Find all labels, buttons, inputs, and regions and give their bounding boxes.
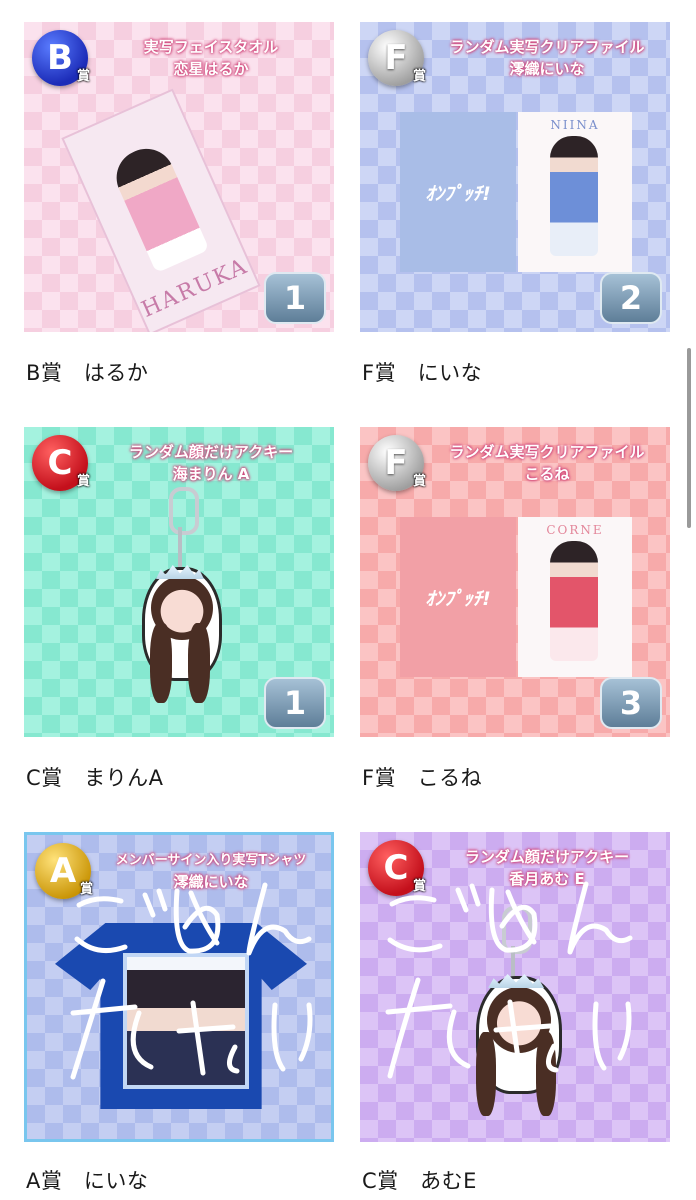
file-print-name: NIINA (550, 118, 600, 132)
keychain-ring (502, 906, 532, 954)
quantity-badge: 1 (264, 677, 326, 729)
keychain-ring (169, 487, 199, 535)
product-title: 実写フェイスタオル (143, 38, 279, 56)
quantity-badge: 2 (600, 272, 662, 324)
prize-thumbnail[interactable]: ｵﾝﾌﾟｯﾁ! CORNE F 賞 ランダム実写クリアファイル こるね 3 (360, 427, 670, 737)
prize-thumbnail[interactable]: HARUKA B 賞 実写フェイスタオル 恋星はるか 1 (24, 22, 334, 332)
prize-thumbnail[interactable]: C 賞 ランダム顔だけアクキー 海まりん A 1 (24, 427, 334, 737)
rank-badge: F 賞 (368, 30, 426, 86)
product-title: メンバーサイン入り実写Tシャツ (115, 853, 307, 868)
prize-thumbnail[interactable]: A 賞 メンバーサイン入り実写Tシャツ 澪織にいな (24, 832, 334, 1142)
keychain-chain (511, 946, 515, 980)
rank-letter: C (47, 443, 73, 483)
prize-thumbnail[interactable]: ｵﾝﾌﾟｯﾁ! NIINA F 賞 ランダム実写クリアファイル 澪織にいな 2 (360, 22, 670, 332)
rank-suffix: 賞 (76, 474, 90, 489)
rank-letter: A (49, 851, 77, 891)
group-logo: ｵﾝﾌﾟｯﾁ! (425, 182, 491, 205)
item-label: C賞 まりんA (26, 766, 164, 790)
member-photo (123, 953, 249, 1089)
product-title: ランダム顔だけアクキー (464, 848, 630, 866)
hair-left (150, 623, 172, 703)
rank-suffix: 賞 (412, 69, 426, 84)
item-label: C賞 あむE (362, 1169, 477, 1193)
rank-badge: B 賞 (32, 30, 90, 86)
member-name: 恋星はるか (173, 60, 249, 78)
quantity-badge: 1 (264, 272, 326, 324)
product-title: ランダム実写クリアファイル (449, 443, 645, 461)
file-print-name: CORNE (546, 523, 604, 537)
rank-letter: F (384, 38, 408, 78)
rank-badge: C 賞 (32, 435, 90, 491)
member-name: 海まりん A (172, 465, 250, 483)
rank-letter: C (383, 848, 409, 888)
hair-left (476, 1032, 496, 1116)
hair-right (188, 623, 210, 703)
rank-suffix: 賞 (412, 474, 426, 489)
group-logo: ｵﾝﾌﾟｯﾁ! (425, 587, 491, 610)
rank-letter: F (384, 443, 408, 483)
rank-suffix: 賞 (76, 69, 90, 84)
item-label: F賞 こるね (362, 766, 483, 790)
rank-badge: A 賞 (35, 843, 93, 899)
prize-card[interactable]: C 賞 ランダム顔だけアクキー 香月あむ E C賞 あむE (360, 832, 680, 1200)
rank-letter: B (47, 38, 73, 78)
member-name: 香月あむ E (509, 870, 585, 888)
clear-file-photo: NIINA (518, 112, 632, 272)
rank-badge: F 賞 (368, 435, 426, 491)
member-name: こるね (524, 465, 570, 483)
product-title: ランダム顔だけアクキー (128, 443, 294, 461)
prize-card[interactable]: HARUKA B 賞 実写フェイスタオル 恋星はるか 1 B賞 はるか (24, 22, 344, 392)
product-title: ランダム実写クリアファイル (449, 38, 645, 56)
clear-file-photo: CORNE (518, 517, 632, 677)
item-label: F賞 にいな (362, 361, 483, 385)
scrollbar[interactable] (687, 348, 691, 528)
quantity-badge: 3 (600, 677, 662, 729)
prize-card[interactable]: ｵﾝﾌﾟｯﾁ! NIINA F 賞 ランダム実写クリアファイル 澪織にいな 2 … (360, 22, 680, 392)
member-photo (107, 139, 210, 274)
member-name: 澪織にいな (173, 873, 249, 891)
prize-card[interactable]: A 賞 メンバーサイン入り実写Tシャツ 澪織にいな A賞 にいな (24, 832, 344, 1200)
member-photo (550, 541, 598, 661)
item-label: A賞 にいな (26, 1169, 149, 1193)
rank-suffix: 賞 (79, 882, 93, 897)
prize-thumbnail[interactable]: C 賞 ランダム顔だけアクキー 香月あむ E (360, 832, 670, 1142)
rank-badge: C 賞 (368, 840, 426, 896)
prize-card[interactable]: C 賞 ランダム顔だけアクキー 海まりん A 1 C賞 まりんA (24, 427, 344, 797)
clear-file-cover: ｵﾝﾌﾟｯﾁ! (400, 112, 516, 272)
rank-suffix: 賞 (412, 879, 426, 894)
item-label: B賞 はるか (26, 361, 149, 385)
member-name: 澪織にいな (509, 60, 585, 78)
clear-file-cover: ｵﾝﾌﾟｯﾁ! (400, 517, 516, 677)
hair-right (536, 1032, 556, 1116)
prize-card[interactable]: ｵﾝﾌﾟｯﾁ! CORNE F 賞 ランダム実写クリアファイル こるね 3 F賞… (360, 427, 680, 797)
member-photo (550, 136, 598, 256)
